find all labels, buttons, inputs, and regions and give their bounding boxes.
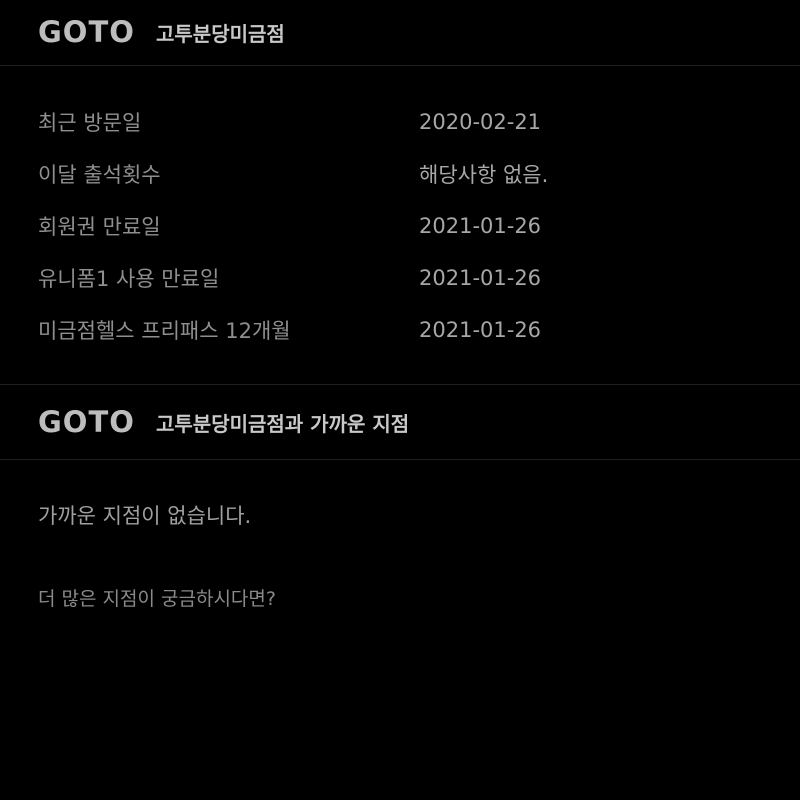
info-row-last-visit: 최근 방문일 2020-02-21 <box>0 96 800 148</box>
info-value: 2021-01-26 <box>419 214 542 238</box>
goto-logo: GOTO <box>38 404 135 439</box>
info-label: 이달 출석횟수 <box>38 163 161 187</box>
info-value: 해당사항 없음. <box>419 163 549 187</box>
info-row-freepass-expiry: 미금점헬스 프리패스 12개월 2021-01-26 <box>0 304 800 356</box>
nearby-empty-message: 가까운 지점이 없습니다. <box>38 504 252 528</box>
branch-header: GOTO 고투분당미금점 <box>0 0 800 66</box>
membership-info-list: 최근 방문일 2020-02-21 이달 출석횟수 해당사항 없음. 회원권 만… <box>0 66 800 384</box>
info-row-membership-expiry: 회원권 만료일 2021-01-26 <box>0 200 800 252</box>
membership-page: GOTO 고투분당미금점 최근 방문일 2020-02-21 이달 출석횟수 해… <box>0 0 800 800</box>
info-label: 유니폼1 사용 만료일 <box>38 267 220 291</box>
info-row-monthly-attendance: 이달 출석횟수 해당사항 없음. <box>0 148 800 200</box>
info-label: 미금점헬스 프리패스 12개월 <box>38 319 291 343</box>
info-label: 최근 방문일 <box>38 111 142 135</box>
branch-name: 고투분당미금점 <box>156 22 285 46</box>
nearby-title: 고투분당미금점과 가까운 지점 <box>156 411 410 436</box>
more-branches-link[interactable]: 더 많은 지점이 궁금하시다면? <box>38 584 276 611</box>
info-row-uniform-expiry: 유니폼1 사용 만료일 2021-01-26 <box>0 252 800 304</box>
info-value: 2020-02-21 <box>419 110 542 134</box>
info-value: 2021-01-26 <box>419 318 542 342</box>
info-label: 회원권 만료일 <box>38 215 161 239</box>
info-value: 2021-01-26 <box>419 266 542 290</box>
goto-logo: GOTO <box>38 15 135 49</box>
nearby-header: GOTO 고투분당미금점과 가까운 지점 <box>0 384 800 460</box>
